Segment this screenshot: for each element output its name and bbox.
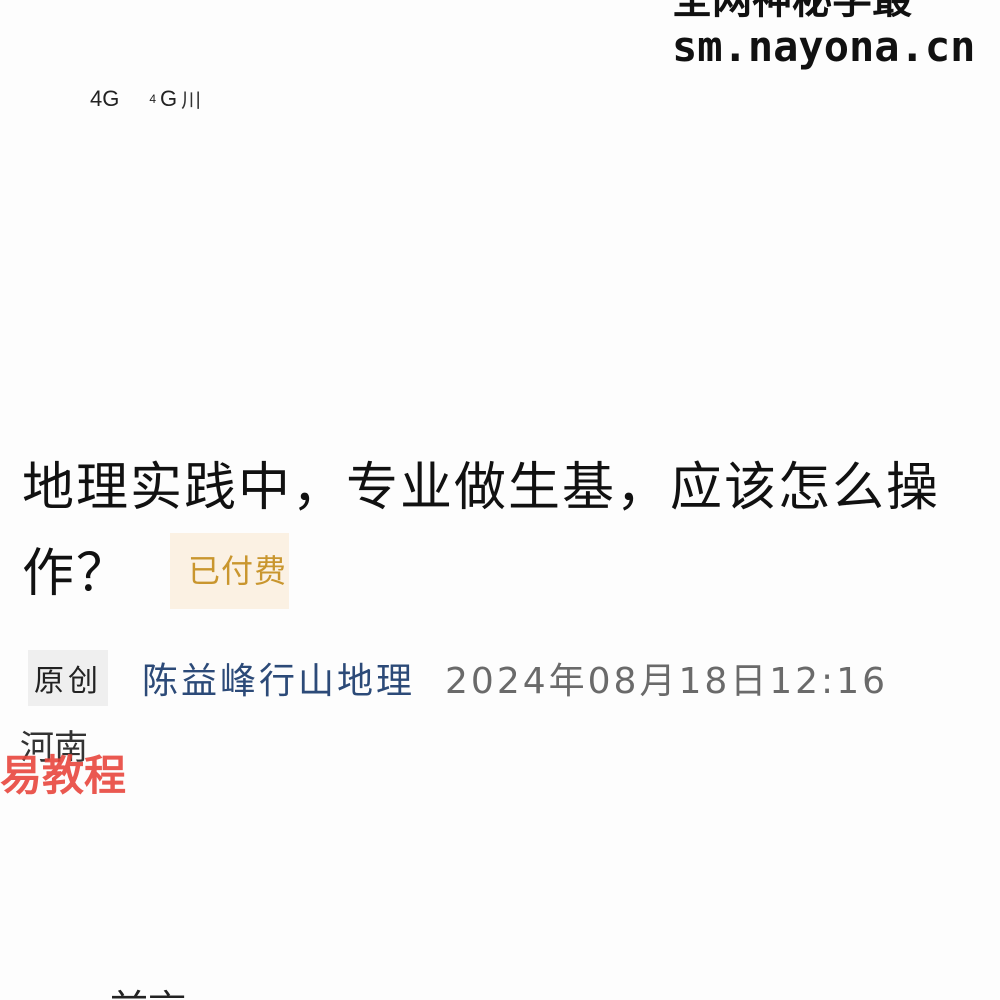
article-page: 全网神秘学最 sm.nayona.cn 4G 4G 川 地理实践中，专业做生基，… — [0, 0, 1000, 1000]
network-label: G — [160, 85, 178, 111]
site-watermark: 全网神秘学最 sm.nayona.cn — [672, 0, 975, 72]
network-indicator-2: 4G 川 — [149, 84, 202, 113]
original-tag: 原创 — [28, 650, 108, 706]
article-title: 地理实践中，专业做生基，应该怎么操作？ 已付费 — [22, 445, 962, 617]
watermark-line-1: 全网神秘学最 — [672, 0, 912, 23]
signal-bars-icon: 川 — [181, 90, 203, 112]
publish-date: 2024年08月18日12:16 — [445, 661, 888, 702]
article-meta: 原创 陈益峰行山地理 2024年08月18日12:16 — [28, 650, 888, 706]
overlay-watermark: 易教程 — [0, 751, 127, 800]
article-title-text: 地理实践中，专业做生基，应该怎么操作？ — [22, 458, 941, 604]
paid-badge: 已付费 — [170, 533, 290, 609]
status-bar: 4G 4G 川 — [90, 84, 202, 113]
signal-sup: 4 — [149, 91, 157, 106]
author-link[interactable]: 陈益峰行山地理 — [142, 652, 415, 704]
article-body-start: 前言 — [110, 978, 186, 1000]
network-indicator-1: 4G — [90, 85, 120, 111]
watermark-line-2: sm.nayona.cn — [672, 22, 976, 71]
